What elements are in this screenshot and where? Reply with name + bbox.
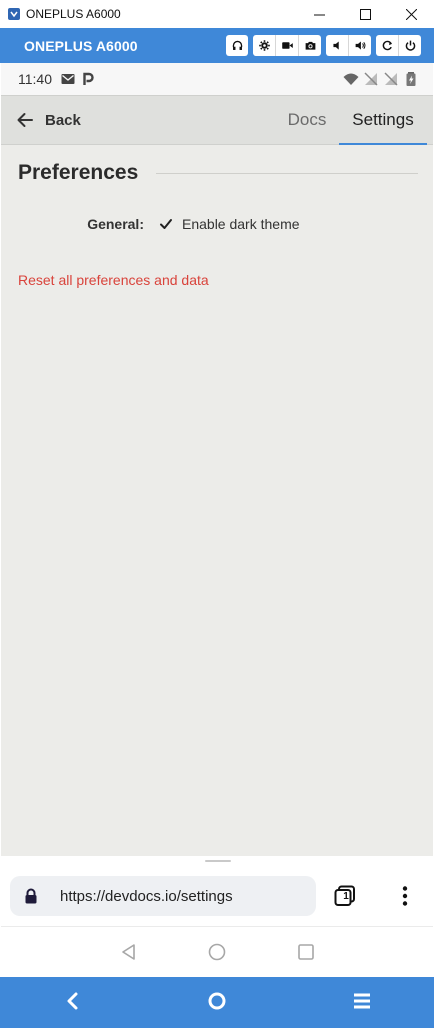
status-time: 11:40 [18, 71, 52, 87]
no-signal-icon [363, 71, 379, 87]
power-icon[interactable] [398, 35, 421, 56]
nav-back-icon[interactable] [119, 942, 139, 962]
maximize-button[interactable] [342, 0, 388, 28]
dark-theme-option[interactable]: Enable dark theme [159, 213, 300, 235]
emulator-toolbar: ONEPLUS A6000 [0, 28, 434, 63]
settings-content: Preferences General: Enable dark theme R… [1, 145, 433, 856]
tab-settings[interactable]: Settings [339, 96, 427, 144]
preferences-heading-row: Preferences [18, 158, 418, 188]
tab-count: 1 [343, 891, 349, 902]
heading-divider [156, 172, 418, 174]
more-vertical-icon [402, 886, 408, 906]
checkmark-icon [160, 219, 172, 229]
reset-preferences-link[interactable]: Reset all preferences and data [18, 272, 209, 288]
emulator-menu-icon[interactable] [350, 989, 374, 1013]
gmail-icon [60, 71, 76, 87]
video-camera-icon[interactable] [275, 35, 298, 56]
p-app-icon [80, 71, 96, 87]
emulator-group-power [376, 35, 421, 56]
camera-icon[interactable] [298, 35, 321, 56]
arrow-left-icon [17, 113, 33, 127]
no-signal-icon-2 [383, 71, 399, 87]
device-name: ONEPLUS A6000 [24, 37, 138, 54]
general-label: General: [87, 216, 144, 232]
nav-recents-icon[interactable] [296, 942, 316, 962]
lock-icon[interactable] [22, 887, 40, 905]
window-titlebar: ONEPLUS A6000 [0, 0, 434, 28]
dark-theme-checkbox[interactable] [159, 217, 173, 231]
dark-theme-label: Enable dark theme [182, 216, 300, 232]
gear-icon[interactable] [253, 35, 275, 56]
minimize-button[interactable] [296, 0, 342, 28]
headphones-icon[interactable] [226, 35, 248, 56]
browser-menu-button[interactable] [395, 884, 415, 908]
battery-icon [403, 71, 419, 87]
app-icon [8, 8, 20, 20]
app-header: Back Docs Settings [1, 95, 433, 145]
close-window-button[interactable] [388, 0, 434, 28]
emulator-group-volume [326, 35, 371, 56]
window-title: ONEPLUS A6000 [26, 7, 121, 21]
emulator-bottom-bar [0, 977, 434, 1028]
drag-handle[interactable] [205, 860, 231, 862]
rotate-icon[interactable] [376, 35, 398, 56]
browser-toolbar: https://devdocs.io/settings 1 [1, 856, 433, 926]
android-status-bar: 11:40 [1, 63, 433, 95]
url-text[interactable]: https://devdocs.io/settings [60, 888, 233, 905]
emulator-group-tools [253, 35, 321, 56]
volume-up-icon[interactable] [348, 35, 371, 56]
emulator-home-icon[interactable] [205, 989, 229, 1013]
page-title: Preferences [18, 161, 139, 184]
emulator-group-audio [226, 35, 248, 56]
back-label: Back [45, 111, 81, 129]
android-nav-bar [1, 926, 433, 977]
url-bar[interactable]: https://devdocs.io/settings [10, 876, 316, 916]
back-button[interactable]: Back [15, 96, 81, 144]
nav-home-icon[interactable] [207, 942, 227, 962]
tab-docs[interactable]: Docs [277, 96, 337, 144]
volume-down-icon[interactable] [326, 35, 348, 56]
emulator-back-icon[interactable] [61, 989, 85, 1013]
general-row: General: Enable dark theme [1, 213, 433, 235]
wifi-icon [343, 71, 359, 87]
